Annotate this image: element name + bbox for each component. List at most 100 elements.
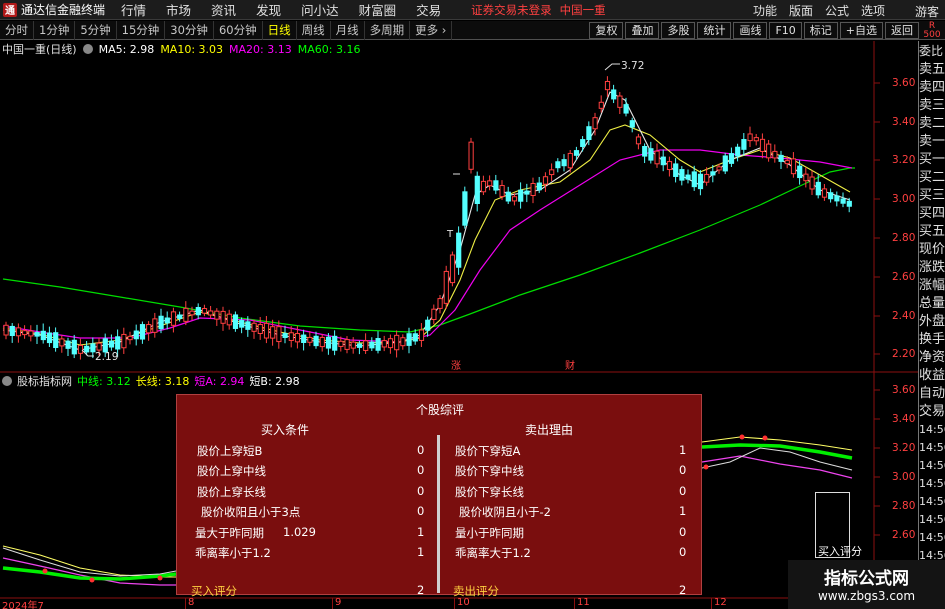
chart-header: 中国一重(日线) MA5: 2.98 MA10: 3.03 MA20: 3.13… (2, 42, 366, 57)
side-item[interactable]: 自动 (919, 385, 945, 403)
candle (3, 324, 9, 336)
sell-row-label: 乖离率大于1.2 (455, 546, 531, 560)
side-item[interactable]: 涨跌 (919, 259, 945, 277)
tool-back[interactable]: 返回 (885, 22, 919, 39)
tick-time: 14:56 (919, 531, 945, 544)
menu-functions[interactable]: 功能 (753, 2, 777, 19)
tool-adjust[interactable]: 复权 (589, 22, 624, 39)
candle (846, 200, 852, 207)
candle (790, 158, 797, 175)
side-item[interactable]: 买三 (919, 187, 945, 205)
candle (28, 330, 34, 337)
stock-evaluation-popup[interactable]: 个股综评 买入条件 卖出理由 股价上穿短B 0 股价上穿中线 0 股价上穿长线 … (176, 394, 702, 598)
menu-ask[interactable]: 问小达 (301, 0, 339, 19)
period-1min[interactable]: 1分钟 (34, 20, 76, 40)
side-item[interactable]: 总量 (919, 295, 945, 313)
period-30min[interactable]: 30分钟 (165, 20, 214, 40)
menu-trade[interactable]: 交易 (416, 0, 441, 19)
sell-row: 股价下穿长线 0 (455, 484, 690, 504)
tool-stats[interactable]: 统计 (697, 22, 732, 39)
side-item[interactable]: 买一 (919, 151, 945, 169)
candle (425, 319, 431, 331)
side-item[interactable]: 交易 (919, 403, 945, 421)
tool-multistock[interactable]: 多股 (661, 22, 696, 39)
gear-icon[interactable] (2, 376, 12, 386)
side-item[interactable]: 卖一 (919, 133, 945, 151)
ma60-value: MA60: 3.16 (297, 42, 361, 56)
price-axis-label: 2.40 (892, 310, 916, 322)
side-item[interactable]: 买五 (919, 223, 945, 241)
menu-market[interactable]: 市场 (166, 0, 191, 19)
candle (840, 198, 846, 204)
tool-add-watchlist[interactable]: +自选 (839, 22, 883, 39)
side-item[interactable]: 委比 (919, 41, 945, 61)
tool-overlay[interactable]: 叠加 (625, 22, 660, 39)
candle (15, 327, 22, 337)
date-label: 11 (577, 597, 590, 608)
watermark-title: 指标公式网 (824, 569, 909, 589)
candle (65, 340, 71, 349)
candle (251, 322, 257, 332)
indicator-axis-label: 2.80 (892, 500, 916, 512)
candle (232, 314, 239, 329)
candle (654, 150, 660, 165)
period-60min[interactable]: 60分钟 (214, 20, 263, 40)
buy-row-label: 股价收阳且小于3点 (201, 505, 301, 519)
menu-options[interactable]: 选项 (861, 2, 885, 19)
price-axis-label: 3.60 (892, 77, 916, 89)
sell-row-value: 1 (679, 504, 687, 518)
candle (177, 314, 183, 319)
guest-account[interactable]: 游客 (915, 3, 939, 20)
period-toolbar: 分时 1分钟 5分钟 15分钟 30分钟 60分钟 日线 周线 月线 多周期 更… (0, 20, 945, 40)
candle (449, 254, 456, 284)
candle (418, 329, 425, 341)
period-5min[interactable]: 5分钟 (75, 20, 117, 40)
period-multi[interactable]: 多周期 (365, 20, 411, 40)
menu-layout[interactable]: 版面 (789, 2, 813, 19)
side-item[interactable]: 买四 (919, 205, 945, 223)
side-item[interactable]: 净资 (919, 349, 945, 367)
side-item[interactable]: 涨幅 (919, 277, 945, 295)
tool-f10[interactable]: F10 (769, 22, 802, 39)
watermark: 指标公式网 www.zbgs3.com (788, 560, 945, 609)
tool-draw[interactable]: 画线 (733, 22, 768, 39)
period-15min[interactable]: 15分钟 (117, 20, 166, 40)
candle (766, 143, 772, 159)
r-badge[interactable]: R 500 (921, 21, 943, 40)
menu-discover[interactable]: 发现 (256, 0, 281, 19)
gear-icon[interactable] (82, 44, 93, 54)
side-item[interactable]: 买二 (919, 169, 945, 187)
candle (59, 338, 65, 347)
menu-wealth[interactable]: 财富圈 (359, 0, 397, 19)
sell-score-value: 2 (679, 583, 687, 597)
long-value: 长线: 3.18 (135, 375, 190, 388)
side-item[interactable]: 卖五 (919, 61, 945, 79)
side-item[interactable]: 现价 (919, 241, 945, 259)
side-item[interactable]: 换手 (919, 331, 945, 349)
indicator-axis-label: 3.00 (892, 471, 916, 483)
side-item[interactable]: 卖四 (919, 79, 945, 97)
period-more[interactable]: 更多 › (410, 20, 453, 40)
shortB-value: 短B: 2.98 (249, 375, 300, 388)
menu-quotes[interactable]: 行情 (121, 0, 146, 19)
indicator-axis-label: 3.20 (892, 442, 916, 454)
period-intraday[interactable]: 分时 (0, 20, 34, 40)
side-item[interactable]: 卖三 (919, 97, 945, 115)
period-weekly[interactable]: 周线 (297, 20, 331, 40)
side-item[interactable]: 收益 (919, 367, 945, 385)
price-axis-label: 2.80 (892, 232, 916, 244)
candle (40, 330, 46, 341)
candle (325, 336, 332, 349)
menu-formula[interactable]: 公式 (825, 2, 849, 19)
tool-mark[interactable]: 标记 (803, 22, 838, 39)
side-item[interactable]: 外盘 (919, 313, 945, 331)
side-item[interactable]: 卖二 (919, 115, 945, 133)
period-monthly[interactable]: 月线 (331, 20, 365, 40)
title-bar: 通 通达信金融终端 行情 市场 资讯 发现 问小达 财富圈 交易 证券交易未登录… (0, 0, 945, 20)
login-notice[interactable]: 证券交易未登录 (471, 2, 552, 18)
candle (474, 175, 480, 205)
menu-news[interactable]: 资讯 (211, 0, 236, 19)
candle (319, 336, 325, 348)
period-daily[interactable]: 日线 (263, 20, 297, 40)
sell-row-value: 0 (679, 463, 687, 477)
